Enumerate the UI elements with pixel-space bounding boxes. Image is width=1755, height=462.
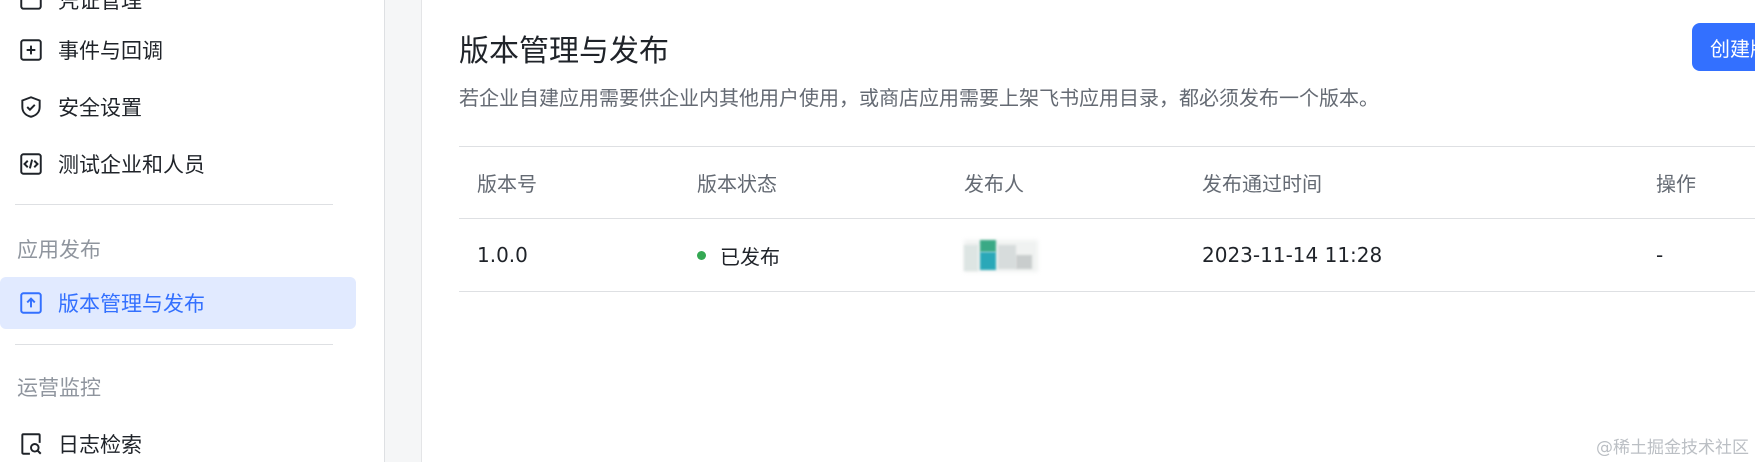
sidebar-item-events-callbacks[interactable]: 事件与回调 — [0, 24, 356, 76]
create-version-button[interactable]: 创建版本 — [1692, 23, 1755, 71]
credentials-icon — [18, 0, 44, 13]
log-search-icon — [18, 431, 44, 457]
column-header-action: 操作 — [1656, 172, 1696, 196]
sidebar: 凭证管理 事件与回调 安全设置 测试企业和人员 应用发布 版本管理与发布 运营监… — [0, 0, 385, 462]
column-header-status: 版本状态 — [697, 172, 777, 196]
column-header-publisher: 发布人 — [964, 172, 1024, 196]
section-title-release: 应用发布 — [17, 238, 101, 262]
status-dot-icon — [697, 250, 706, 260]
action-cell: - — [1656, 243, 1664, 267]
column-header-version: 版本号 — [477, 172, 537, 196]
sidebar-divider — [15, 204, 333, 205]
version-number: 1.0.0 — [477, 243, 528, 267]
sidebar-item-label: 安全设置 — [58, 96, 142, 120]
publish-time: 2023-11-14 11:28 — [1202, 243, 1383, 267]
status-cell: 已发布 — [697, 219, 780, 291]
table-header-row: 版本号 版本状态 发布人 发布通过时间 操作 — [459, 146, 1755, 219]
sidebar-item-credentials[interactable]: 凭证管理 — [0, 0, 356, 26]
plus-square-icon — [18, 37, 44, 63]
sidebar-item-security[interactable]: 安全设置 — [0, 81, 356, 133]
page-title: 版本管理与发布 — [459, 34, 669, 69]
sidebar-item-label: 版本管理与发布 — [58, 292, 205, 316]
sidebar-item-label: 日志检索 — [58, 433, 142, 457]
table-row: 1.0.0 已发布 2023-11-14 11:28 - — [459, 219, 1755, 292]
publisher-cell — [964, 219, 1038, 291]
shield-icon — [18, 94, 44, 120]
sidebar-item-label: 凭证管理 — [58, 0, 142, 13]
version-table: 版本号 版本状态 发布人 发布通过时间 操作 1.0.0 已发布 2023-11… — [459, 146, 1755, 292]
sidebar-item-label: 测试企业和人员 — [58, 153, 205, 177]
section-title-monitoring: 运营监控 — [17, 376, 101, 400]
page-description: 若企业自建应用需要供企业内其他用户使用，或商店应用需要上架飞书应用目录，都必须发… — [459, 86, 1379, 110]
status-text: 已发布 — [720, 244, 780, 269]
sidebar-item-label: 事件与回调 — [58, 39, 163, 63]
watermark: @稀土掘金技术社区 — [1596, 438, 1749, 458]
sidebar-item-log-search[interactable]: 日志检索 — [0, 418, 356, 462]
column-header-time: 发布通过时间 — [1202, 172, 1322, 196]
sidebar-item-version-management[interactable]: 版本管理与发布 — [0, 277, 356, 329]
code-icon — [18, 151, 44, 177]
sidebar-gutter — [385, 0, 422, 462]
upload-icon — [18, 290, 44, 316]
sidebar-divider — [15, 344, 333, 345]
avatar — [964, 237, 1038, 273]
sidebar-item-test-org[interactable]: 测试企业和人员 — [0, 138, 356, 190]
